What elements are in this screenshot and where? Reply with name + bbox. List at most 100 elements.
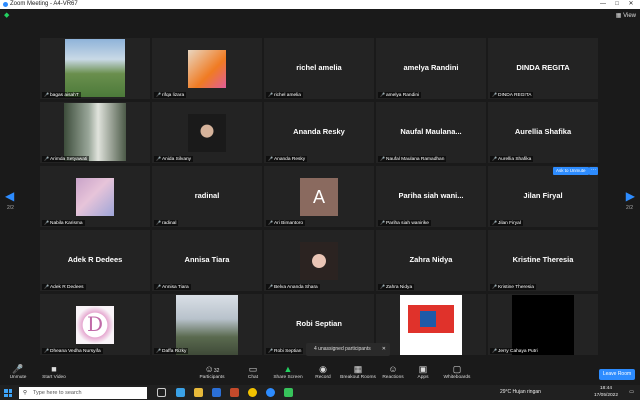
whatsapp-icon[interactable] — [284, 388, 293, 397]
participant-display-name: Aurellia Shafika — [514, 127, 572, 136]
windows-start-icon[interactable] — [4, 389, 12, 397]
office-icon[interactable] — [230, 388, 239, 397]
microphone-muted-icon: 🎤 — [12, 364, 24, 374]
participant-tile[interactable]: Jerry Cahaya Putri — [488, 294, 598, 355]
record-label: Record — [315, 375, 331, 380]
unassigned-participants-notice[interactable]: 4 unassigned participants ✕ — [306, 343, 390, 356]
participant-name-label: DINDA REGITA — [490, 92, 534, 98]
participant-tile[interactable]: bagas aisahT — [40, 38, 150, 99]
participant-tile[interactable]: Anida Silvany — [152, 102, 262, 163]
participant-display-name: Annisa Tiara — [184, 255, 230, 264]
participant-name-label: Jerry Cahaya Putri — [490, 348, 540, 354]
store-icon[interactable] — [212, 388, 221, 397]
participants-count: 32 — [213, 368, 220, 374]
reactions-button[interactable]: ☺ Reactions — [381, 364, 405, 380]
participant-video — [188, 114, 226, 152]
breakout-rooms-icon: ▦ — [353, 364, 363, 374]
participants-label: Participants — [199, 375, 225, 380]
participant-tile[interactable] — [376, 294, 486, 355]
video-off-icon: ■ — [51, 364, 57, 374]
browser-icon[interactable] — [176, 388, 185, 397]
view-label: View — [623, 13, 636, 19]
participant-name-label: amelya Randini — [378, 92, 422, 98]
participant-tile[interactable]: Belva Ananda Shara — [264, 230, 374, 291]
share-screen-button[interactable]: ▲ Share Screen — [273, 364, 303, 380]
search-placeholder: Type here to search — [33, 390, 82, 396]
participant-tile[interactable]: Naufal Maulana... Naufal Maulana Ramadhan — [376, 102, 486, 163]
participant-tile[interactable]: Annisa Tiara Annisa Tiara — [152, 230, 262, 291]
participant-tile[interactable]: A Ari Bimantoro — [264, 166, 374, 227]
unmute-label: Unmute — [9, 375, 27, 380]
participant-tile[interactable]: D Dheana Vedha Nursyifa — [40, 294, 150, 355]
participant-tile[interactable]: Pariha siah wani... Pariha siah wanirike — [376, 166, 486, 227]
record-button[interactable]: ◉ Record — [312, 364, 334, 380]
minimize-button[interactable]: — — [596, 0, 610, 9]
participant-tile[interactable]: richel amelia richel amelia — [264, 38, 374, 99]
share-screen-label: Share Screen — [273, 375, 303, 380]
page-indicator-left: 2/2 — [7, 205, 14, 211]
participant-name-label: Ananda Resky — [266, 156, 308, 162]
participant-name-label: Ari Bimantoro — [266, 220, 306, 226]
reactions-icon: ☺ — [388, 364, 398, 374]
participant-tile[interactable]: radinal radinal — [152, 166, 262, 227]
chrome-icon[interactable] — [248, 388, 257, 397]
participant-display-name: Pariha siah wani... — [398, 191, 464, 200]
participant-tile[interactable]: Daffa Rizky — [152, 294, 262, 355]
security-shield-icon[interactable]: ◆ — [4, 12, 11, 20]
notifications-icon[interactable]: ▭ — [629, 385, 634, 400]
participant-tile[interactable]: DINDA REGITA DINDA REGITA — [488, 38, 598, 99]
taskbar-clock[interactable]: 18:44 17/05/2022 — [594, 386, 618, 399]
participant-tile[interactable]: rifqa lizara — [152, 38, 262, 99]
weather-widget[interactable]: 29°C Hujan ringan — [500, 385, 541, 400]
window-title: Zoom Meeting - A4-VR67 — [10, 1, 78, 7]
leave-room-button[interactable]: Leave Room — [599, 369, 635, 380]
participant-name-label: Anida Silvany — [154, 156, 194, 162]
previous-page-arrow-icon[interactable]: ◀ — [5, 190, 14, 202]
task-view-icon[interactable] — [157, 388, 166, 397]
participant-name-label: Naufal Maulana Ramadhan — [378, 156, 447, 162]
reactions-label: Reactions — [382, 375, 404, 380]
maximize-button[interactable]: □ — [610, 0, 624, 9]
participant-display-name: DINDA REGITA — [516, 63, 570, 72]
ask-to-unmute-button[interactable]: Ask to Unmute — [553, 167, 589, 175]
participant-display-name: Ananda Resky — [293, 127, 345, 136]
close-button[interactable]: ✕ — [624, 0, 638, 9]
view-button[interactable]: ▦ View — [616, 12, 636, 19]
participant-tile[interactable]: Nabila Karisma — [40, 166, 150, 227]
more-options-button[interactable]: ··· — [589, 167, 598, 175]
share-screen-icon: ▲ — [283, 364, 293, 374]
participant-display-name: richel amelia — [296, 63, 342, 72]
participant-tile[interactable]: Aurellia Shafika Aurellia Shafika — [488, 102, 598, 163]
participants-button[interactable]: ☺32 Participants — [198, 364, 226, 380]
unmute-button[interactable]: 🎤 Unmute — [6, 364, 30, 380]
participant-name-label: rifqa lizara — [154, 92, 187, 98]
participants-icon: ☺32 — [204, 364, 220, 374]
participant-name-label: Nabila Karisma — [42, 220, 85, 226]
participant-display-name: radinal — [194, 191, 220, 200]
participant-name-label: Jilan Firyal — [490, 220, 523, 226]
whiteboards-button[interactable]: ▢ Whiteboards — [442, 364, 472, 380]
start-video-button[interactable]: ■ Start Video — [40, 364, 68, 380]
participant-video — [300, 242, 338, 280]
chat-icon: ▭ — [248, 364, 258, 374]
participant-tile[interactable]: amelya Randini amelya Randini — [376, 38, 486, 99]
participant-display-name: Naufal Maulana... — [400, 127, 462, 136]
participant-display-name: Robi Septian — [296, 319, 342, 328]
zoom-taskbar-icon[interactable] — [266, 388, 275, 397]
participant-tile[interactable]: Kristine Theresia Kristine Theresia — [488, 230, 598, 291]
participant-video — [188, 50, 226, 88]
breakout-rooms-button[interactable]: ▦ Breakout Rooms — [340, 364, 376, 380]
chat-button[interactable]: ▭ Chat — [243, 364, 263, 380]
next-page-arrow-icon[interactable]: ▶ — [626, 190, 635, 202]
participant-tile[interactable]: Arimda Setyawati — [40, 102, 150, 163]
participant-tile[interactable]: Ananda Resky Ananda Resky — [264, 102, 374, 163]
file-explorer-icon[interactable] — [194, 388, 203, 397]
meeting-toolbar: 🎤 Unmute ■ Start Video ☺32 Participants ▭ Ch… — [0, 362, 640, 385]
record-icon: ◉ — [319, 364, 327, 374]
taskbar-search-box[interactable]: ⚲ Type here to search — [19, 387, 147, 399]
participant-tile[interactable]: Jilan Firyal Jilan Firyal — [488, 166, 598, 227]
participant-tile[interactable]: Zahra Nidya Zahra Nidya — [376, 230, 486, 291]
close-notice-icon[interactable]: ✕ — [382, 343, 386, 356]
participant-tile[interactable]: Adek R Dedees Adek R Dedees — [40, 230, 150, 291]
apps-button[interactable]: ▣ Apps — [413, 364, 433, 380]
